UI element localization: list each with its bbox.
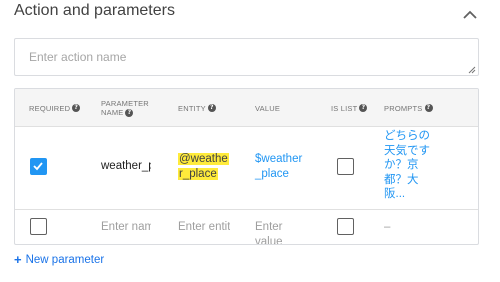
check-icon	[33, 162, 43, 171]
value-input[interactable]: Enter value	[255, 220, 310, 244]
is-list-checkbox[interactable]	[337, 218, 354, 235]
header-prompts: PROMPTS ?	[384, 89, 433, 127]
header-is-list: IS LIST ?	[331, 89, 368, 127]
help-icon[interactable]: ?	[72, 104, 81, 112]
header-parameter-name: PARAMETER NAME?	[101, 98, 149, 117]
plus-icon: +	[14, 252, 22, 267]
is-list-checkbox[interactable]	[337, 158, 354, 175]
header-entity: ENTITY ?	[178, 89, 216, 127]
chevron-up-icon	[463, 10, 477, 19]
entity-input[interactable]: Enter entity	[178, 220, 230, 235]
required-checkbox[interactable]	[30, 218, 47, 235]
help-icon[interactable]: ?	[207, 104, 216, 112]
new-parameter-button[interactable]: + New parameter	[14, 253, 104, 266]
action-name-input[interactable]	[14, 38, 479, 76]
table-header: REQUIRED ? PARAMETER NAME? ENTITY ? VALU…	[15, 89, 478, 127]
prompts-placeholder: –	[384, 221, 391, 233]
parameter-name-input[interactable]: Enter name	[101, 220, 151, 235]
help-icon[interactable]: ?	[125, 109, 134, 117]
table-row: weather_place @weathe r_place $weather _…	[15, 127, 478, 210]
parameters-table: REQUIRED ? PARAMETER NAME? ENTITY ? VALU…	[14, 88, 479, 245]
value-field[interactable]: $weather _place	[255, 152, 310, 182]
resize-grip-icon[interactable]	[468, 66, 476, 74]
entity-field[interactable]: @weathe r_place	[178, 152, 229, 182]
table-row: Enter name Enter entity Enter value –	[15, 211, 478, 244]
prompts-link[interactable]: どちらの 天気です か？京 都？大 阪...	[384, 129, 439, 202]
collapse-button[interactable]	[462, 8, 478, 20]
header-value: VALUE	[255, 103, 281, 113]
section-title: Action and parameters	[14, 2, 175, 19]
parameter-name-field[interactable]: weather_place	[101, 159, 151, 174]
help-icon[interactable]: ?	[424, 104, 433, 112]
help-icon[interactable]: ?	[359, 104, 368, 112]
header-required: REQUIRED ?	[29, 89, 81, 127]
required-checkbox[interactable]	[30, 158, 47, 175]
